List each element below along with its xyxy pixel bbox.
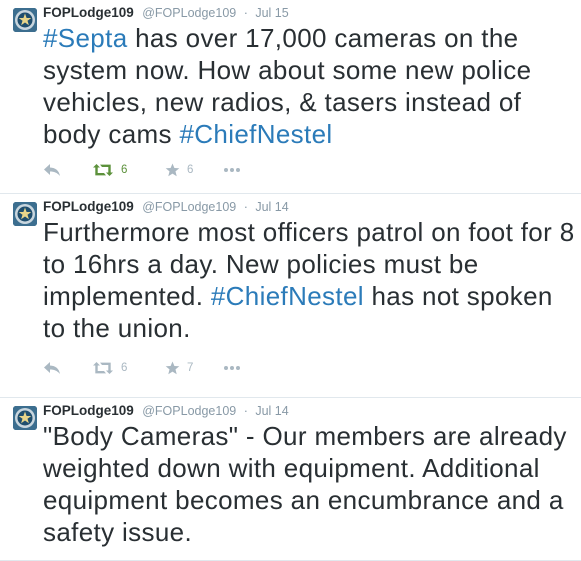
reply-icon xyxy=(44,362,60,374)
hashtag-link[interactable]: #Septa xyxy=(43,23,128,53)
tweet-header: FOPLodge109 @FOPLodge109 · Jul 14 xyxy=(43,198,289,216)
star-icon xyxy=(165,163,180,177)
tweet-timestamp[interactable]: Jul 14 xyxy=(255,200,288,214)
avatar[interactable] xyxy=(13,406,37,430)
star-icon xyxy=(165,361,180,375)
more-button[interactable] xyxy=(223,365,241,371)
retweet-count: 6 xyxy=(121,164,128,176)
tweet-actions: 6 7 xyxy=(43,358,241,378)
police-badge-avatar-icon xyxy=(13,202,37,226)
hashtag-link[interactable]: #ChiefNestel xyxy=(211,281,364,311)
tweet-actions: 6 6 xyxy=(43,160,241,180)
tweet-item[interactable]: FOPLodge109 @FOPLodge109 · Jul 14 Furthe… xyxy=(0,194,581,398)
author-fullname[interactable]: FOPLodge109 xyxy=(43,199,134,214)
tweet-text: Furthermore most officers patrol on foot… xyxy=(43,216,575,344)
author-fullname[interactable]: FOPLodge109 xyxy=(43,5,134,20)
more-dots-icon xyxy=(224,366,240,370)
police-badge-avatar-icon xyxy=(13,406,37,430)
author-username[interactable]: @FOPLodge109 xyxy=(142,200,236,214)
more-button[interactable] xyxy=(223,167,241,173)
favorite-button[interactable]: 6 xyxy=(165,163,223,177)
author-username[interactable]: @FOPLodge109 xyxy=(142,404,236,418)
avatar[interactable] xyxy=(13,202,37,226)
header-separator: · xyxy=(243,200,248,214)
hashtag-link[interactable]: #ChiefNestel xyxy=(179,119,332,149)
header-separator: · xyxy=(243,404,248,418)
tweet-text-segment: "Body Cameras" - Our members are already… xyxy=(43,421,567,547)
author-fullname[interactable]: FOPLodge109 xyxy=(43,403,134,418)
retweet-button[interactable]: 6 xyxy=(93,361,165,375)
retweet-icon xyxy=(93,164,113,176)
header-separator: · xyxy=(243,6,248,20)
tweet-item[interactable]: FOPLodge109 @FOPLodge109 · Jul 14 "Body … xyxy=(0,398,581,561)
more-dots-icon xyxy=(224,168,240,172)
reply-button[interactable] xyxy=(43,163,93,177)
police-badge-avatar-icon xyxy=(13,8,37,32)
tweet-text: "Body Cameras" - Our members are already… xyxy=(43,420,575,548)
tweet-header: FOPLodge109 @FOPLodge109 · Jul 15 xyxy=(43,4,289,22)
tweet-timestamp[interactable]: Jul 14 xyxy=(255,404,288,418)
favorite-count: 6 xyxy=(187,164,194,176)
tweet-timeline: FOPLodge109 @FOPLodge109 · Jul 15 #Septa… xyxy=(0,0,581,561)
favorite-count: 7 xyxy=(187,362,194,374)
tweet-item[interactable]: FOPLodge109 @FOPLodge109 · Jul 15 #Septa… xyxy=(0,0,581,194)
favorite-button[interactable]: 7 xyxy=(165,361,223,375)
reply-icon xyxy=(44,164,60,176)
retweet-count: 6 xyxy=(121,362,128,374)
retweet-button[interactable]: 6 xyxy=(93,163,165,177)
author-username[interactable]: @FOPLodge109 xyxy=(142,6,236,20)
reply-button[interactable] xyxy=(43,361,93,375)
retweet-icon xyxy=(93,362,113,374)
tweet-text: #Septa has over 17,000 cameras on the sy… xyxy=(43,22,575,150)
avatar[interactable] xyxy=(13,8,37,32)
tweet-header: FOPLodge109 @FOPLodge109 · Jul 14 xyxy=(43,402,289,420)
tweet-timestamp[interactable]: Jul 15 xyxy=(255,6,288,20)
